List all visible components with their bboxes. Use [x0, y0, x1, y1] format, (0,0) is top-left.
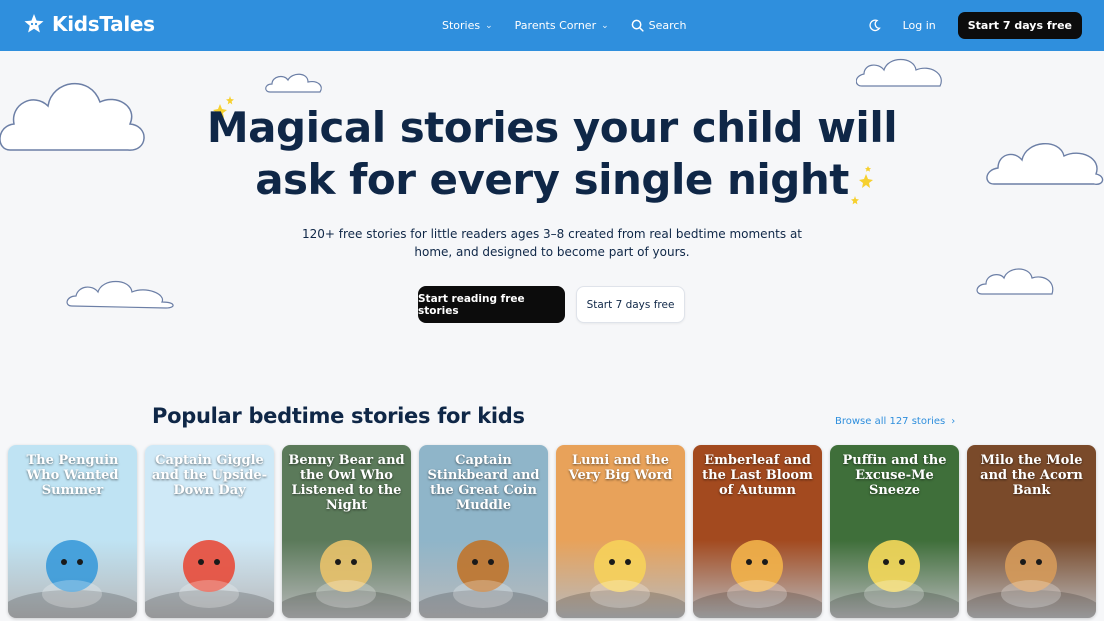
- story-card[interactable]: Milo the Mole and the Acorn Bank: [967, 445, 1096, 618]
- start-reading-button[interactable]: Start reading free stories: [418, 286, 565, 323]
- top-navigation-bar: KidsTales Stories ⌄ Parents Corner ⌄ Sea…: [0, 0, 1104, 51]
- main-nav: Stories ⌄ Parents Corner ⌄ Search: [442, 0, 686, 51]
- story-card-title: Lumi and the Very Big Word: [568, 453, 673, 483]
- start-free-trial-button[interactable]: Start 7 days free: [576, 286, 685, 323]
- story-card-title: Captain Giggle and the Upside-Down Day: [151, 453, 268, 498]
- nav-search[interactable]: Search: [631, 19, 687, 32]
- start-trial-button[interactable]: Start 7 days free: [957, 12, 1082, 39]
- story-card[interactable]: Captain Giggle and the Upside-Down Day: [145, 445, 274, 618]
- story-card-title: Captain Stinkbeard and the Great Coin Mu…: [427, 453, 540, 513]
- story-card-title: The Penguin Who Wanted Summer: [26, 453, 119, 498]
- story-card[interactable]: Puffin and the Excuse-Me Sneeze: [830, 445, 959, 618]
- story-cover-illustration: [8, 540, 137, 618]
- story-card-title: Benny Bear and the Owl Who Listened to t…: [288, 453, 405, 513]
- chevron-down-icon: ⌄: [485, 20, 493, 31]
- nav-parents-corner-label: Parents Corner: [514, 19, 597, 32]
- hero-title-line1: Magical stories your child will: [206, 103, 898, 152]
- story-card[interactable]: Benny Bear and the Owl Who Listened to t…: [282, 445, 411, 618]
- story-cover-illustration: [145, 540, 274, 618]
- popular-stories-title: Popular bedtime stories for kids: [152, 404, 525, 428]
- story-cover-illustration: [693, 540, 822, 618]
- chevron-right-icon: ›: [951, 416, 956, 427]
- story-carousel: The Penguin Who Wanted Summer Captain Gig…: [8, 445, 1096, 618]
- cloud-right-low: [976, 268, 1054, 295]
- nav-stories[interactable]: Stories ⌄: [442, 19, 493, 32]
- story-card[interactable]: Emberleaf and the Last Bloom of Autumn: [693, 445, 822, 618]
- brand-name: KidsTales: [52, 12, 155, 36]
- browse-all-link[interactable]: Browse all 127 stories ›: [835, 416, 955, 427]
- star-logo-icon: [24, 14, 44, 33]
- story-card[interactable]: Captain Stinkbeard and the Great Coin Mu…: [419, 445, 548, 618]
- hero-title-line2: ask for every single night: [255, 155, 849, 204]
- story-cover-illustration: [282, 540, 411, 618]
- cloud-top-right: [856, 58, 942, 87]
- story-cover-illustration: [419, 540, 548, 618]
- story-cover-illustration: [556, 540, 685, 618]
- brand-logo[interactable]: KidsTales: [22, 12, 155, 36]
- story-cover-illustration: [967, 540, 1096, 618]
- nav-parents-corner[interactable]: Parents Corner ⌄: [515, 19, 609, 32]
- cloud-top-center: [265, 73, 322, 93]
- hero-cta-group: Start reading free stories Start 7 days …: [418, 286, 685, 323]
- nav-stories-label: Stories: [442, 19, 481, 32]
- hero-title: Magical stories your child will ask for …: [0, 102, 1104, 206]
- story-cover-illustration: [830, 540, 959, 618]
- story-card-title: Emberleaf and the Last Bloom of Autumn: [702, 453, 813, 498]
- nav-search-label: Search: [648, 19, 687, 32]
- story-card-title: Milo the Mole and the Acorn Bank: [980, 453, 1083, 498]
- story-card[interactable]: The Penguin Who Wanted Summer: [8, 445, 137, 618]
- chevron-down-icon: ⌄: [601, 20, 609, 31]
- search-icon: [631, 19, 644, 32]
- story-card-title: Puffin and the Excuse-Me Sneeze: [842, 453, 947, 498]
- account-nav: Log in Start 7 days free: [868, 0, 1082, 51]
- browse-all-label: Browse all 127 stories: [835, 416, 946, 427]
- login-link[interactable]: Log in: [903, 19, 936, 32]
- moon-icon[interactable]: [868, 19, 881, 32]
- cloud-left-low: [66, 280, 174, 309]
- hero-subtitle: 120+ free stories for little readers age…: [302, 227, 802, 259]
- story-card[interactable]: Lumi and the Very Big Word: [556, 445, 685, 618]
